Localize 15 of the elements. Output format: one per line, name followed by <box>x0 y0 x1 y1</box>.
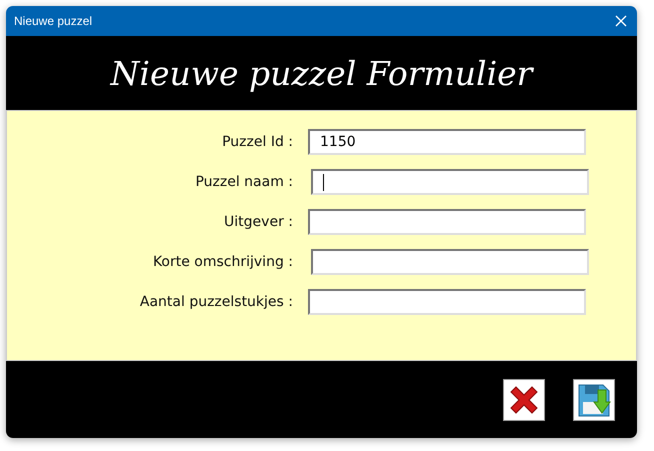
field-label: Aantal puzzelstukjes : <box>138 294 294 310</box>
field-label: Korte omschrijving : <box>152 254 294 270</box>
field-label: Puzzel naam : <box>194 174 294 190</box>
window-title: Nieuwe puzzel <box>14 14 92 28</box>
input-field[interactable] <box>311 169 589 195</box>
input-field[interactable] <box>308 289 586 315</box>
input-field[interactable] <box>311 249 589 275</box>
close-icon[interactable] <box>615 15 627 27</box>
save-button[interactable] <box>573 378 615 420</box>
field-label: Uitgever : <box>223 214 294 230</box>
cancel-button[interactable] <box>503 378 545 420</box>
input-field[interactable] <box>308 209 586 235</box>
input-field[interactable]: 1150 <box>308 129 586 155</box>
field-label: Puzzel Id : <box>221 134 294 150</box>
form-title: Nieuwe puzzel Formulier <box>110 54 532 92</box>
